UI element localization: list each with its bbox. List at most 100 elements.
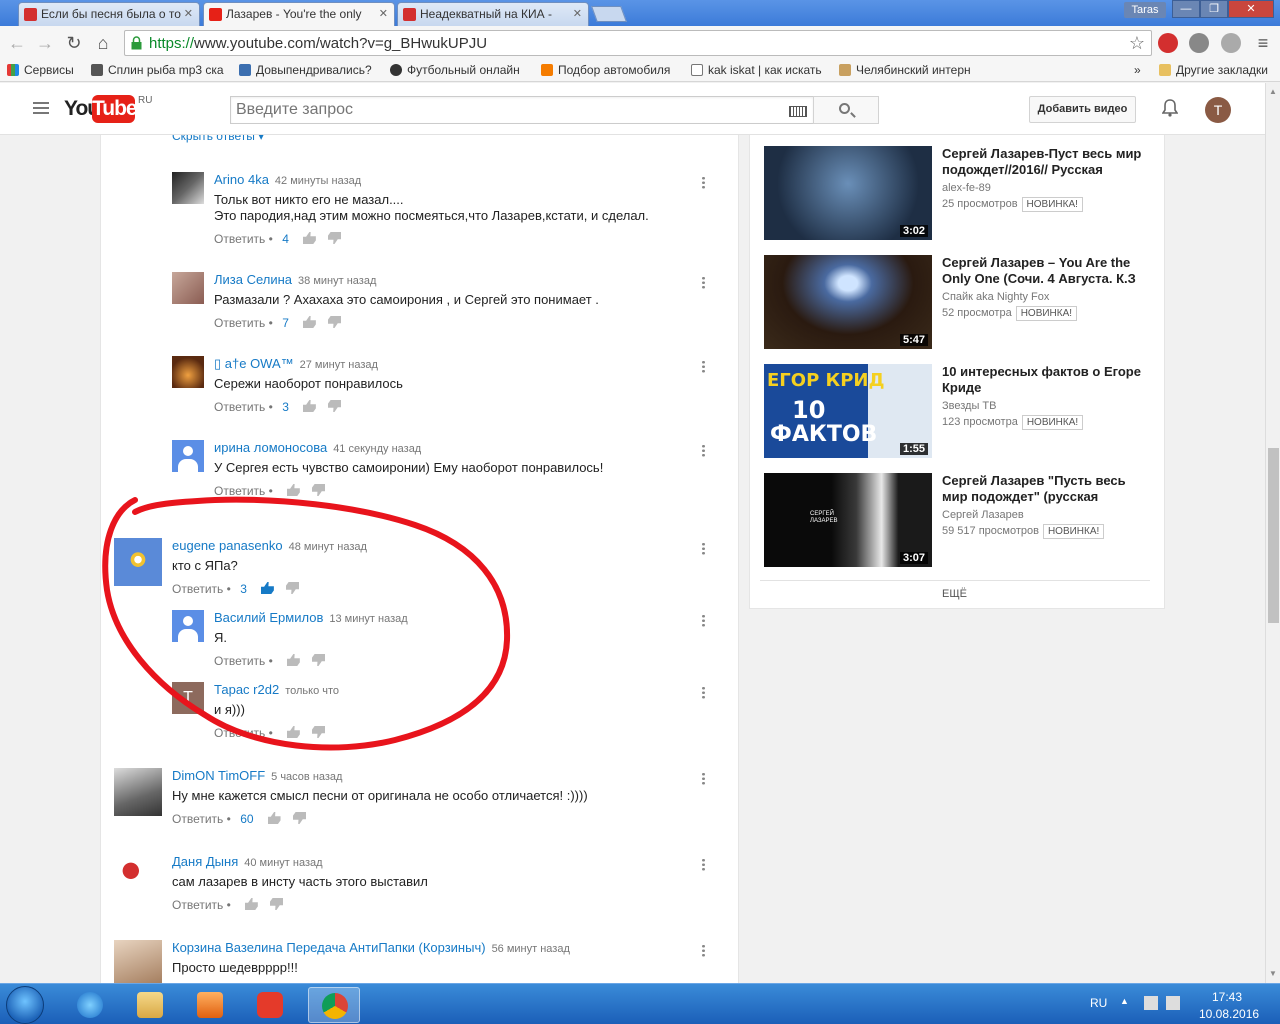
bookmark-item[interactable]: Футбольный онлайн [390,63,520,77]
video-title[interactable]: Сергей Лазарев-Пуст весь мир подождет//2… [942,146,1150,178]
taskbar-app[interactable] [244,987,296,1023]
commenter-avatar[interactable] [114,854,162,902]
thumbs-up-icon[interactable] [302,232,316,244]
comment-author[interactable]: Даня Дыня 40 минут назад [172,854,323,869]
show-more-button[interactable]: ЕЩЁ [942,588,967,600]
hide-replies-link[interactable]: Скрыть ответы ▾ [172,135,264,143]
tab-close-icon[interactable]: ✕ [184,7,193,20]
taskbar-chrome[interactable] [308,987,360,1023]
more-bookmarks-button[interactable]: » [1134,63,1141,77]
upload-button[interactable]: Добавить видео [1029,96,1136,123]
back-icon[interactable]: ← [6,32,28,54]
action-center-icon[interactable] [1144,996,1158,1010]
video-title[interactable]: 10 интересных фактов о Егоре Криде [942,364,1150,396]
taskbar-media-player[interactable] [184,987,236,1023]
new-tab-button[interactable] [591,6,627,22]
thumbs-up-icon[interactable] [244,898,258,910]
comment-menu-icon[interactable] [702,614,705,627]
notifications-bell-icon[interactable] [1162,99,1178,117]
video-thumbnail[interactable]: СЕРГЕЙ ЛАЗАРЕВ 3:07 [764,473,932,567]
start-button[interactable] [6,986,44,1024]
bookmark-star-icon[interactable]: ☆ [1129,33,1145,54]
tray-expand-icon[interactable]: ▲ [1120,996,1134,1010]
comment-menu-icon[interactable] [702,176,705,189]
tab-2-active[interactable]: Лазарев - You're the only ✕ [203,2,395,26]
thumbs-down-icon[interactable] [328,400,341,412]
extension-gear-icon[interactable] [1221,33,1241,53]
extension-icon[interactable] [1189,33,1209,53]
bookmark-item[interactable]: kak iskat | как искать [691,63,822,77]
clock-time[interactable]: 17:43 [1212,990,1242,1004]
comment-menu-icon[interactable] [702,772,705,785]
scroll-up-icon[interactable]: ▲ [1269,87,1277,96]
close-window-button[interactable]: ✕ [1228,0,1274,18]
account-avatar[interactable]: T [1205,97,1231,123]
thumbs-up-icon[interactable] [302,316,316,328]
comment-author[interactable]: ирина ломоносова 41 секунду назад [214,440,421,455]
guide-menu-icon[interactable] [33,102,49,114]
search-button[interactable] [813,96,879,124]
thumbs-down-icon[interactable] [328,316,341,328]
address-bar[interactable]: https://www.youtube.com/watch?v=g_BHwukU… [124,30,1152,56]
volume-icon[interactable] [1166,996,1180,1010]
bookmark-services[interactable]: Сервисы [7,63,74,77]
other-bookmarks[interactable]: Другие закладки [1159,63,1268,77]
commenter-avatar[interactable] [114,768,162,816]
thumbs-up-icon[interactable] [267,812,281,824]
thumbs-down-icon[interactable] [293,812,306,824]
profile-button[interactable]: Taras [1124,2,1166,18]
comment-author[interactable]: ▯ a†e OWA™ 27 минут назад [214,356,378,372]
bookmark-item[interactable]: Сплин рыба mp3 ска [91,63,224,77]
language-indicator[interactable]: RU [1090,996,1107,1010]
keyboard-icon[interactable] [789,106,807,117]
comment-author[interactable]: DimON TimOFF 5 часов назад [172,768,342,783]
commenter-avatar[interactable] [172,172,204,204]
bookmark-item[interactable]: Челябинский интерн [839,63,971,77]
adblock-icon[interactable] [1158,33,1178,53]
taskbar-ie[interactable] [64,987,116,1023]
comment-author[interactable]: Arino 4ka 42 минуты назад [214,172,361,187]
video-thumbnail[interactable]: 3:02 [764,146,932,240]
commenter-avatar[interactable] [114,940,162,983]
thumbs-down-icon[interactable] [270,898,283,910]
tab-close-icon[interactable]: ✕ [573,7,582,20]
reply-button[interactable]: Ответить [214,232,265,246]
comment-menu-icon[interactable] [702,542,705,555]
thumbs-up-icon[interactable] [302,400,316,412]
reply-button[interactable]: Ответить [172,812,223,826]
bookmark-item[interactable]: Довыпендривались? [239,63,372,77]
search-input[interactable] [236,101,776,119]
comment-author[interactable]: Корзина Вазелина Передача АнтиПапки (Кор… [172,940,570,955]
tab-1[interactable]: Если бы песня была о то ✕ [18,2,200,26]
tab-close-icon[interactable]: ✕ [379,7,388,20]
reply-button[interactable]: Ответить [214,400,265,414]
default-avatar-icon[interactable] [172,440,204,472]
tab-3[interactable]: Неадекватный на КИА - ✕ [397,2,589,26]
video-title[interactable]: Сергей Лазарев – You Are the Only One (С… [942,255,1150,287]
page-scrollbar[interactable]: ▲ ▼ [1265,83,1280,983]
taskbar-explorer[interactable] [124,987,176,1023]
comment-menu-icon[interactable] [702,360,705,373]
maximize-button[interactable]: ❐ [1200,0,1228,18]
video-thumbnail[interactable]: ЕГОР КРИД 10 ФАКТОВ 1:55 [764,364,932,458]
scroll-down-icon[interactable]: ▼ [1269,969,1277,978]
commenter-avatar[interactable] [172,356,204,388]
scrollbar-thumb[interactable] [1268,448,1279,623]
comment-menu-icon[interactable] [702,686,705,699]
clock-date[interactable]: 10.08.2016 [1199,1007,1259,1021]
commenter-avatar[interactable] [172,272,204,304]
video-thumbnail[interactable]: 5:47 [764,255,932,349]
forward-icon[interactable]: → [34,32,56,54]
reply-button[interactable]: Ответить [214,316,265,330]
comment-menu-icon[interactable] [702,858,705,871]
minimize-button[interactable]: — [1172,0,1200,18]
home-icon[interactable]: ⌂ [92,32,114,54]
comment-menu-icon[interactable] [702,276,705,289]
comment-author[interactable]: Лиза Селина 38 минут назад [214,272,376,287]
comment-menu-icon[interactable] [702,944,705,957]
thumbs-down-icon[interactable] [328,232,341,244]
chrome-menu-icon[interactable]: ≡ [1252,32,1274,54]
bookmark-item[interactable]: Подбор автомобиля [541,63,670,77]
video-title[interactable]: Сергей Лазарев "Пусть весь мир подождет"… [942,473,1150,505]
reply-button[interactable]: Ответить [172,898,223,912]
